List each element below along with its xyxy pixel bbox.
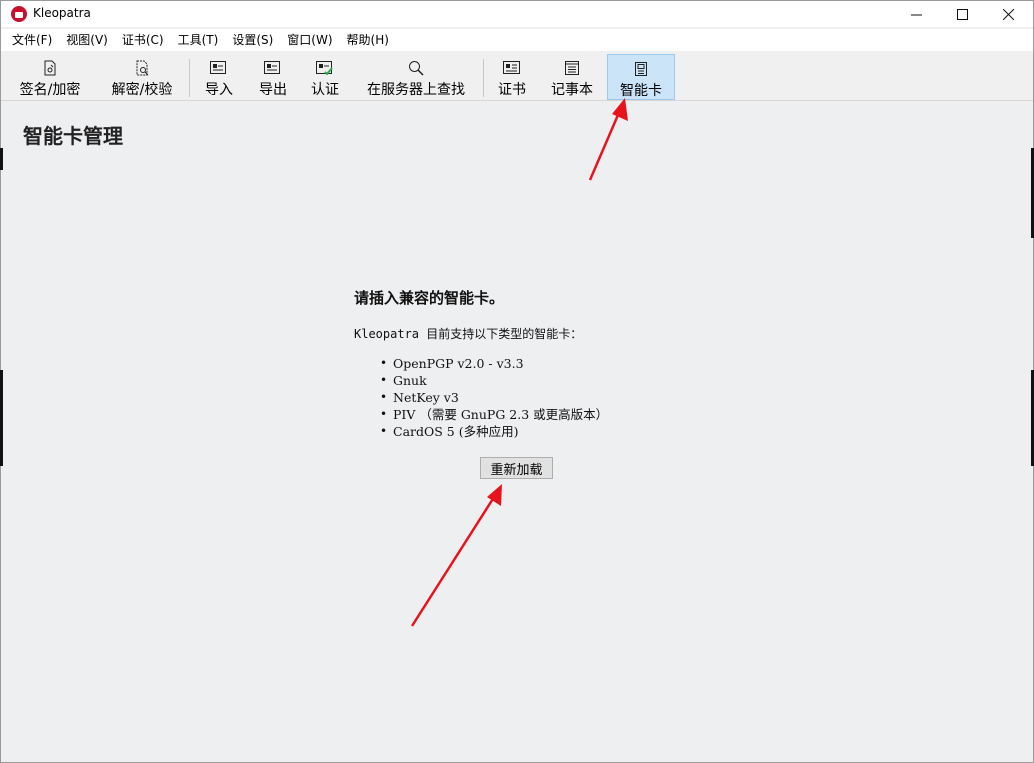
close-button[interactable] [985,1,1031,27]
import-label: 导入 [205,82,233,98]
maximize-button[interactable] [939,1,985,27]
supported-cards-list: • OpenPGP v2.0 - v3.3 • Gnuk • NetKey v3 • P… [354,355,684,440]
lookup-on-server-label: 在服务器上查找 [367,82,465,98]
reload-button[interactable]: 重新加载 [480,457,553,479]
import-icon [210,60,228,76]
menu-tools[interactable]: 工具(T) [171,30,226,50]
kleopatra-app-icon [11,6,27,22]
card-type: OpenPGP v2.0 - v3.3 [393,356,524,371]
sign-encrypt-label: 签名/加密 [19,82,81,98]
certificates-icon [503,60,521,76]
smartcard-management-view: 智能卡管理 请插入兼容的智能卡。 Kleopatra 目前支持以下类型的智能卡：… [1,102,1033,762]
edge-artifact [0,148,3,170]
menu-view[interactable]: 视图(V) [59,30,115,50]
list-item: • Gnuk [379,372,684,389]
search-icon [407,60,425,76]
menu-help[interactable]: 帮助(H) [340,30,396,50]
bullet-icon: • [380,390,388,404]
menu-settings[interactable]: 设置(S) [225,30,280,50]
decrypt-verify-button[interactable]: 解密/校验 [101,54,183,100]
certificates-label: 证书 [498,82,526,98]
bullet-icon: • [380,407,388,421]
card-type: PIV （需要 GnuPG 2.3 或更高版本） [393,407,609,422]
import-button[interactable]: 导入 [197,54,241,100]
card-type: CardOS 5 (多种应用) [393,424,519,439]
toolbar-separator [483,59,484,97]
sign-encrypt-icon [41,60,59,76]
lookup-on-server-button[interactable]: 在服务器上查找 [357,54,475,100]
smartcard-button[interactable]: 智能卡 [607,54,675,100]
notepad-icon [563,60,581,76]
export-icon [264,60,282,76]
insert-card-heading: 请插入兼容的智能卡。 [354,289,505,307]
decrypt-verify-icon [133,60,151,76]
bullet-icon: • [380,356,388,370]
bullet-icon: • [380,424,388,438]
supported-cards-intro: Kleopatra 目前支持以下类型的智能卡： [354,327,583,341]
notepad-button[interactable]: 记事本 [544,54,600,100]
smartcard-icon [632,61,650,77]
kleopatra-window: Kleopatra 文件(F) 视图(V) 证书(C) 工具(T) 设置(S) … [0,0,1034,763]
close-icon [1002,8,1014,20]
certify-button[interactable]: 认证 [303,54,347,100]
minimize-button[interactable] [893,1,939,27]
bullet-icon: • [380,373,388,387]
decrypt-verify-label: 解密/校验 [111,82,173,98]
card-type: NetKey v3 [393,390,459,405]
maximize-icon [956,8,968,20]
sign-encrypt-button[interactable]: 签名/加密 [9,54,91,100]
main-toolbar: 签名/加密 解密/校验 导入 导出 认证 在服务器上查找 证书 记事本 智能卡 [1,53,1033,101]
title-bar: Kleopatra [1,1,1033,27]
export-label: 导出 [259,82,287,98]
card-type: Gnuk [393,373,427,388]
certificates-button[interactable]: 证书 [490,54,534,100]
certify-icon [316,60,334,76]
menu-file[interactable]: 文件(F) [5,30,59,50]
list-item: • OpenPGP v2.0 - v3.3 [379,355,684,372]
menu-bar: 文件(F) 视图(V) 证书(C) 工具(T) 设置(S) 窗口(W) 帮助(H… [1,29,1033,51]
list-item: • CardOS 5 (多种应用) [379,423,684,440]
menu-window[interactable]: 窗口(W) [280,30,339,50]
minimize-icon [910,14,922,15]
list-item: • NetKey v3 [379,389,684,406]
export-button[interactable]: 导出 [251,54,295,100]
smartcard-label: 智能卡 [620,83,662,99]
edge-artifact [0,370,3,466]
insert-card-panel: 请插入兼容的智能卡。 Kleopatra 目前支持以下类型的智能卡： • Open… [354,287,684,440]
menu-certificates[interactable]: 证书(C) [115,30,171,50]
page-title: 智能卡管理 [23,124,123,148]
certify-label: 认证 [311,82,339,98]
window-title: Kleopatra [33,6,91,20]
toolbar-separator [189,59,190,97]
notepad-label: 记事本 [551,82,593,98]
list-item: • PIV （需要 GnuPG 2.3 或更高版本） [379,406,684,423]
